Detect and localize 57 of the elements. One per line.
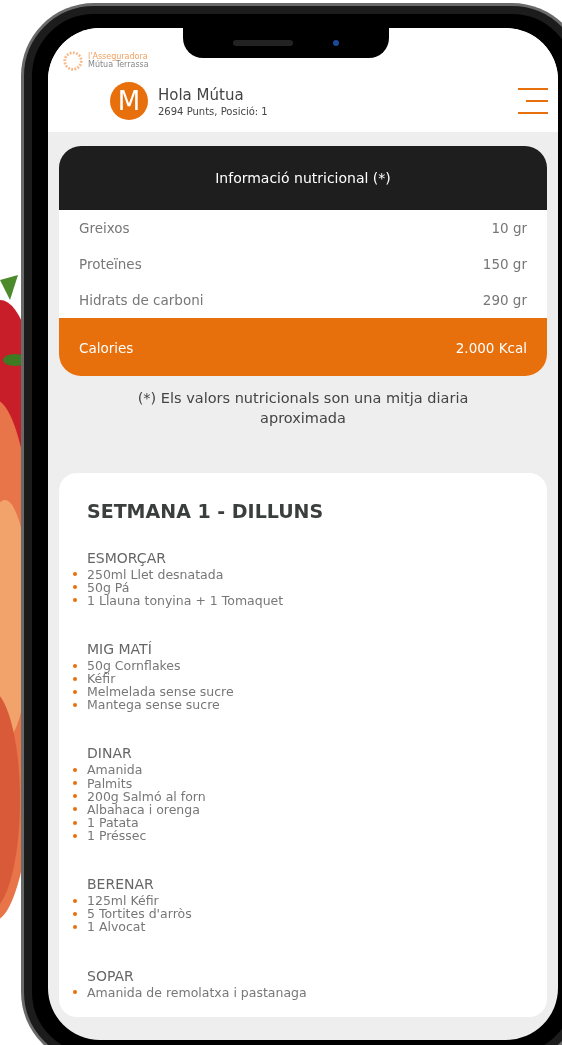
meal-title: SOPAR xyxy=(87,967,135,984)
bullet-icon xyxy=(73,781,77,786)
brand-subtitle: Mútua Terrassa xyxy=(88,61,149,69)
food-item: 50g Pá xyxy=(87,580,130,594)
food-item: 250ml Llet desnatada xyxy=(87,567,224,581)
food-item: Mantega sense sucre xyxy=(87,698,220,712)
bullet-icon xyxy=(73,585,77,590)
bullet-icon xyxy=(73,807,77,812)
bullet-icon xyxy=(73,598,77,603)
bullet-icon xyxy=(73,833,77,838)
food-item: 1 Patata xyxy=(87,815,139,830)
bullet-icon xyxy=(73,925,77,930)
food-item: Melmelada sense sucre xyxy=(87,685,234,699)
food-item: Amanida de remolatxa i pastanaga xyxy=(87,985,307,999)
nutrient-label: Calories xyxy=(79,340,134,356)
meal-title: MIG MATÍ xyxy=(87,640,153,657)
nutrient-value: 150 gr xyxy=(482,256,527,272)
meal-title: BERENAR xyxy=(87,876,155,893)
food-item: Albahaca i orenga xyxy=(87,802,200,816)
food-item: 1 Préssec xyxy=(87,829,147,843)
bullet-icon xyxy=(73,663,77,668)
nutrient-label: Proteïnes xyxy=(79,256,142,272)
food-item: Kéfir xyxy=(87,672,116,686)
food-item: 5 Tortites d'arròs xyxy=(87,907,192,921)
bullet-icon xyxy=(73,702,77,707)
bullet-icon xyxy=(73,794,77,799)
food-item: Palmits xyxy=(87,776,133,790)
bullet-icon xyxy=(73,898,77,903)
bullet-icon xyxy=(73,768,77,773)
nutrient-value: 290 gr xyxy=(482,292,527,308)
food-item: 200g Salmó al forn xyxy=(87,789,206,803)
bullet-icon xyxy=(73,689,77,694)
bullet-icon xyxy=(73,572,77,577)
greeting: Hola Mútua xyxy=(158,85,245,104)
brand-name: l'Asseguradora xyxy=(88,53,149,61)
footnote: (*) Els valors nutricionals son una mitja diaria aproximada xyxy=(136,389,470,429)
food-item: 50g Cornflakes xyxy=(87,658,181,673)
bullet-icon xyxy=(73,676,77,681)
nutrient-value: 10 gr xyxy=(491,220,527,236)
day-title: SETMANA 1 - DILLUNS xyxy=(87,499,325,522)
nutrient-label: Hidrats de carboni xyxy=(79,292,204,308)
avatar[interactable]: M xyxy=(110,82,148,120)
menu-icon[interactable] xyxy=(518,88,548,114)
food-item: 125ml Kéfir xyxy=(87,894,159,908)
bullet-icon xyxy=(73,911,77,916)
food-item: 1 Alvocat xyxy=(87,920,146,934)
meal-title: ESMORÇAR xyxy=(87,549,167,566)
points-text: 2694 Punts, Posició: 1 xyxy=(158,105,269,117)
food-item: 1 Llauna tonyina + 1 Tomaquet xyxy=(87,593,284,607)
bullet-icon xyxy=(73,990,77,995)
bullet-icon xyxy=(73,820,77,825)
nutrition-title: Informació nutricional (*) xyxy=(59,146,547,210)
meal-title: DINAR xyxy=(87,745,133,762)
nutrient-value: 2.000 Kcal xyxy=(455,340,527,356)
food-item: Amanida xyxy=(87,763,143,777)
sun-logo-icon xyxy=(62,50,84,72)
nutrient-label: Greixos xyxy=(79,220,130,236)
